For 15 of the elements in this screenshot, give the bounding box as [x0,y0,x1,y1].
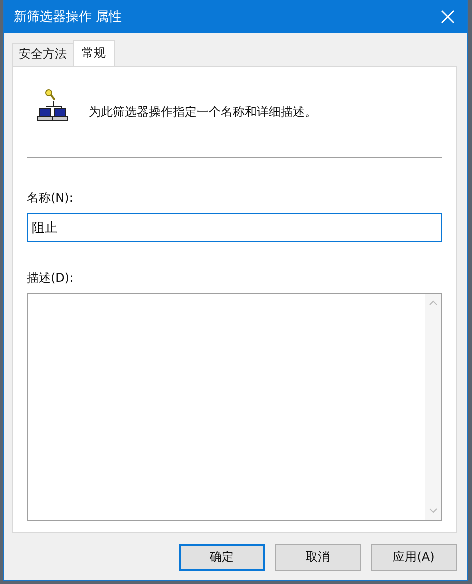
window-title: 新筛选器操作 属性 [14,8,122,26]
scroll-down-icon[interactable] [428,508,438,514]
close-icon[interactable] [441,10,455,24]
dialog-button[interactable]: 确定 [179,544,265,571]
scroll-up-icon[interactable] [428,300,438,306]
dialog-button[interactable]: 取消 [275,544,361,571]
computers-key-icon [37,89,69,123]
name-label: 名称(N): [27,190,74,207]
description-textarea[interactable] [27,293,442,521]
tab[interactable]: 常规 [73,40,115,66]
name-input[interactable]: 阻止 [27,213,442,242]
tab[interactable]: 安全方法 [12,43,74,66]
description-label: 描述(D): [27,270,75,287]
intro-text: 为此筛选器操作指定一个名称和详细描述。 [89,104,317,121]
dialog-button[interactable]: 应用(A) [371,544,457,571]
